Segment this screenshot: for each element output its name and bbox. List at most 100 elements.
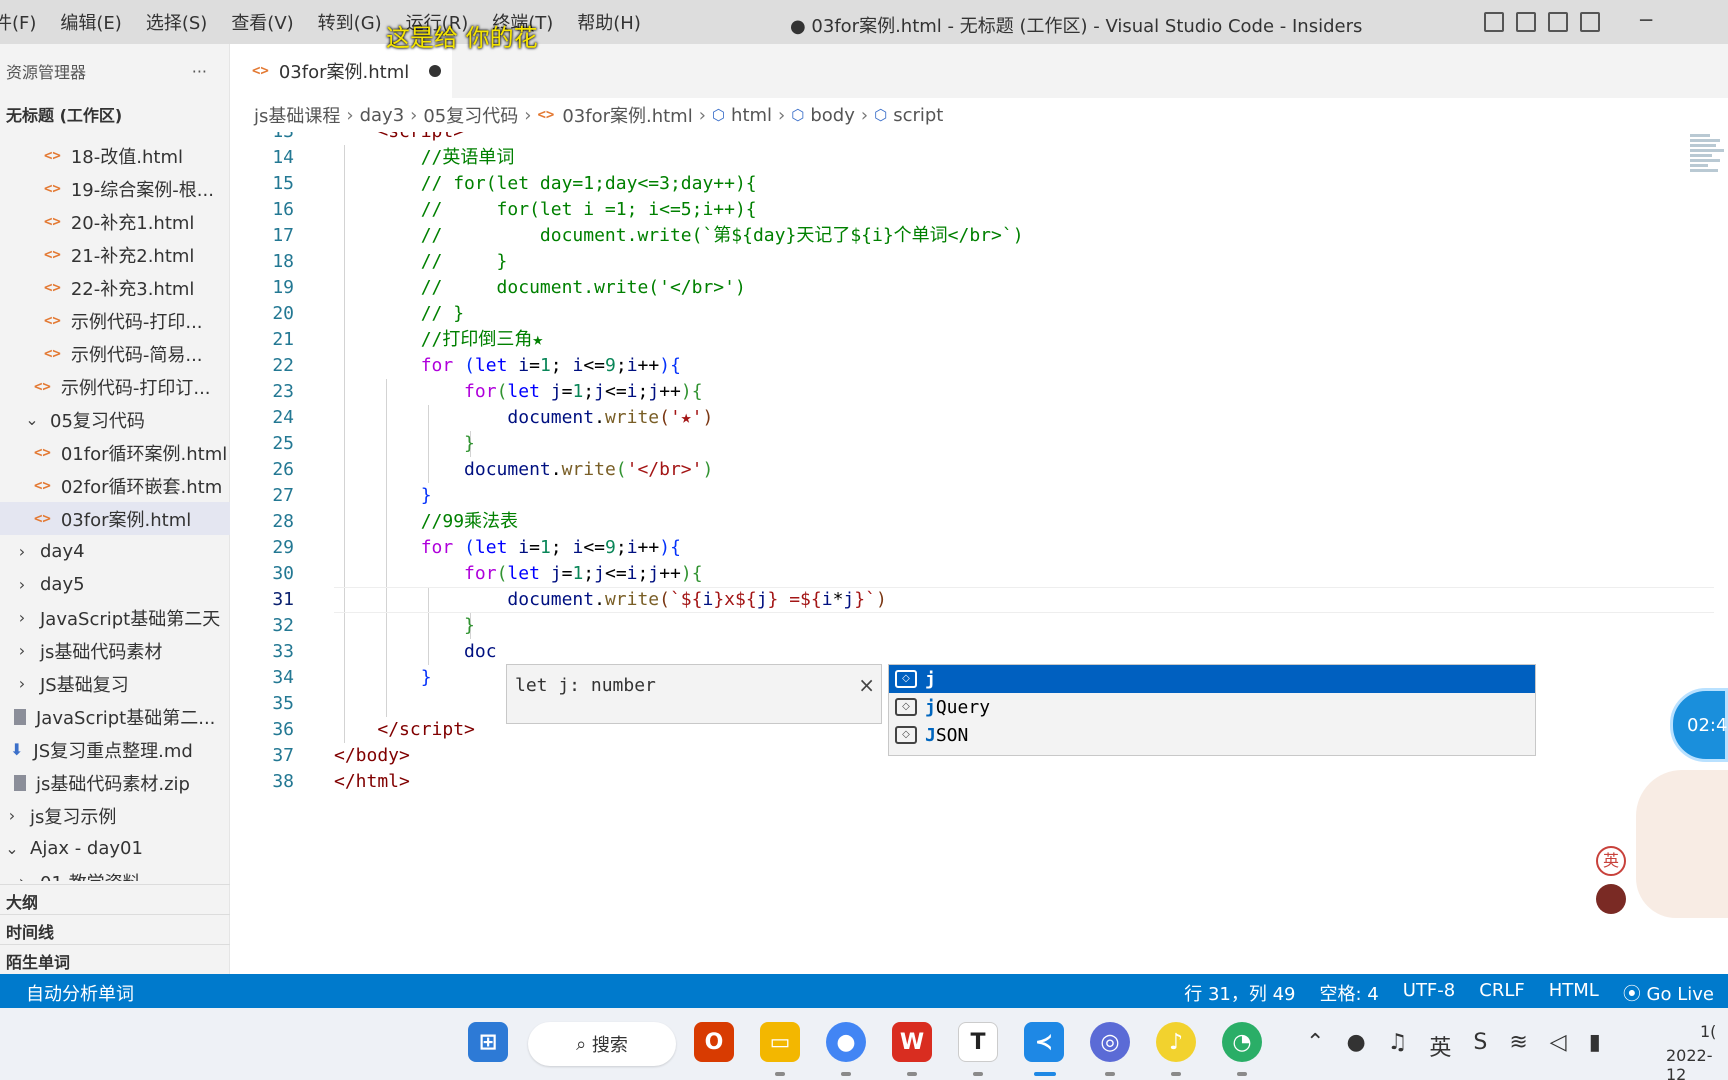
code-editor[interactable]: 13 <script>14 //英语单词15 // for(let day=1;… [230,132,1728,974]
code-line[interactable]: 30 for(let j=1;j<=i;j++){ [230,561,1690,587]
office-icon[interactable]: O [694,1022,734,1062]
tree-folder[interactable]: › js复习示例 [0,799,230,832]
ime-badge[interactable]: 英 [1596,846,1626,876]
tree-file[interactable]: js基础代码素材.zip [0,766,230,799]
breadcrumb-item[interactable]: script [893,105,943,126]
tree-folder[interactable]: ⌄ 05复习代码 [0,403,230,436]
suggestion-item[interactable]: ◇ j Query [889,693,1535,721]
code-line[interactable]: 25 } [230,431,1690,457]
tree-file[interactable]: <> 18-改值.html [0,139,230,172]
code-line[interactable]: 18 // } [230,249,1690,275]
volume-icon[interactable]: ◁ [1550,1030,1567,1062]
status-language[interactable]: HTML [1549,980,1599,1006]
music-icon[interactable]: ♪ [1156,1022,1196,1062]
tree-folder[interactable]: › day5 [0,568,230,601]
tree-file[interactable]: <> 02for循环嵌套.htm [0,469,230,502]
wechat-icon[interactable]: ◔ [1222,1022,1262,1062]
code-line[interactable]: 28 //99乘法表 [230,509,1690,535]
tree-folder[interactable]: › js基础代码素材 [0,634,230,667]
clock-time[interactable]: 1( [1700,1022,1716,1042]
code-line[interactable]: 14 //英语单词 [230,145,1690,171]
close-icon[interactable]: × [858,673,875,697]
menu-item[interactable]: 选择(S) [134,9,219,35]
outline-section[interactable]: 大纲 [0,884,230,916]
menu-item[interactable]: 件(F) [0,9,48,35]
status-golive[interactable]: ⦿ Go Live [1623,980,1714,1006]
battery-icon[interactable]: ▮ [1589,1030,1601,1062]
file-explorer-icon[interactable]: ▭ [760,1022,800,1062]
chevron-up-icon[interactable]: ⌃ [1306,1030,1324,1062]
tree-file[interactable]: <> 19-综合案例-根... [0,172,230,205]
tree-file[interactable]: ⬇ JS复习重点整理.md [0,733,230,766]
clock-date[interactable]: 2022-12 [1666,1046,1728,1080]
tree-file[interactable]: <> 20-补充1.html [0,205,230,238]
wps-icon[interactable]: W [892,1022,932,1062]
status-eol[interactable]: CRLF [1479,980,1524,1006]
tree-folder[interactable]: › JavaScript基础第二天 [0,601,230,634]
timeline-section[interactable]: 时间线 [0,914,230,946]
minimap[interactable] [1690,132,1728,212]
toggle-sidebar-icon[interactable] [1484,12,1504,32]
tree-folder[interactable]: › day4 [0,535,230,568]
vscode-icon[interactable]: ≺ [1024,1022,1064,1062]
tree-file[interactable]: <> 01for循环案例.html [0,436,230,469]
tree-file[interactable]: JavaScript基础第二... [0,700,230,733]
microphone-icon[interactable]: ♫ [1388,1030,1408,1062]
unknown-words-section[interactable]: 陌生单词 [0,944,230,976]
ime-icon[interactable]: 英 [1429,1030,1451,1062]
tree-file[interactable]: <> 03for案例.html [0,502,230,535]
workspace-title[interactable]: 无标题 (工作区) [0,98,229,130]
status-cursor-position[interactable]: 行 31，列 49 [1184,980,1295,1006]
tree-file[interactable]: <> 22-补充3.html [0,271,230,304]
breadcrumb-item[interactable]: html [731,105,772,126]
breadcrumb-item[interactable]: body [810,105,855,126]
code-line[interactable]: 23 for(let j=1;j<=i;j++){ [230,379,1690,405]
more-actions-icon[interactable]: ··· [192,62,207,81]
breadcrumb-item[interactable]: 05复习代码 [423,102,518,128]
taskbar-search[interactable]: ⌕ 搜索 [528,1022,676,1066]
code-line[interactable]: 16 // for(let i =1; i<=5;i++){ [230,197,1690,223]
code-line[interactable]: 26 document.write('</br>') [230,457,1690,483]
code-line[interactable]: 22 for (let i=1; i<=9;i++){ [230,353,1690,379]
tree-file[interactable]: <> 示例代码-简易... [0,337,230,370]
tray-app-icon[interactable]: ● [1346,1030,1365,1062]
suggestion-item[interactable]: ◇ J SON [889,721,1535,749]
start-icon[interactable]: ⊞ [468,1022,508,1062]
code-line[interactable]: 27 } [230,483,1690,509]
status-encoding[interactable]: UTF-8 [1403,980,1455,1006]
menu-item[interactable]: 帮助(H) [565,9,653,35]
unsaved-dot-icon[interactable] [429,65,442,77]
tree-folder[interactable]: ⌄ Ajax - day01 [0,832,230,865]
menu-item[interactable]: 转到(G) [306,9,394,35]
tree-file[interactable]: <> 示例代码-打印... [0,304,230,337]
mascot-badge-icon[interactable] [1596,884,1626,914]
typora-icon[interactable]: T [958,1022,998,1062]
menu-item[interactable]: 查看(V) [219,9,305,35]
code-line[interactable]: 31 document.write(`${i}x${j} =${i*j}`) [230,587,1690,613]
sogou-icon[interactable]: S [1473,1030,1487,1062]
toggle-panel-icon[interactable] [1516,12,1536,32]
code-line[interactable]: 38 </html> [230,769,1690,795]
breadcrumb-item[interactable]: 03for案例.html [562,102,692,128]
tree-file[interactable]: <> 示例代码-打印订... [0,370,230,403]
chrome-icon[interactable]: ● [826,1022,866,1062]
status-indentation[interactable]: 空格: 4 [1320,980,1379,1006]
toggle-secondary-sidebar-icon[interactable] [1548,12,1568,32]
menu-item[interactable]: 编辑(E) [48,9,133,35]
code-line[interactable]: 15 // for(let day=1;day<=3;day++){ [230,171,1690,197]
code-line[interactable]: 20 // } [230,301,1690,327]
code-line[interactable]: 17 // document.write(`第${day}天记了${i}个单词<… [230,223,1690,249]
suggestion-item[interactable]: ◇ j [889,665,1535,693]
code-line[interactable]: 33 doc [230,639,1690,665]
customize-layout-icon[interactable] [1580,12,1600,32]
code-line[interactable]: 13 <script> [230,132,1690,145]
minimize-icon[interactable]: ─ [1640,8,1652,32]
tree-file[interactable]: <> 21-补充2.html [0,238,230,271]
wifi-icon[interactable]: ≋ [1509,1030,1527,1062]
code-line[interactable]: 24 document.write('★') [230,405,1690,431]
breadcrumb-item[interactable]: day3 [360,105,405,126]
code-line[interactable]: 29 for (let i=1; i<=9;i++){ [230,535,1690,561]
browser-icon[interactable]: ◎ [1090,1022,1130,1062]
tree-folder[interactable]: › JS基础复习 [0,667,230,700]
breadcrumb-item[interactable]: js基础课程 [254,102,340,128]
